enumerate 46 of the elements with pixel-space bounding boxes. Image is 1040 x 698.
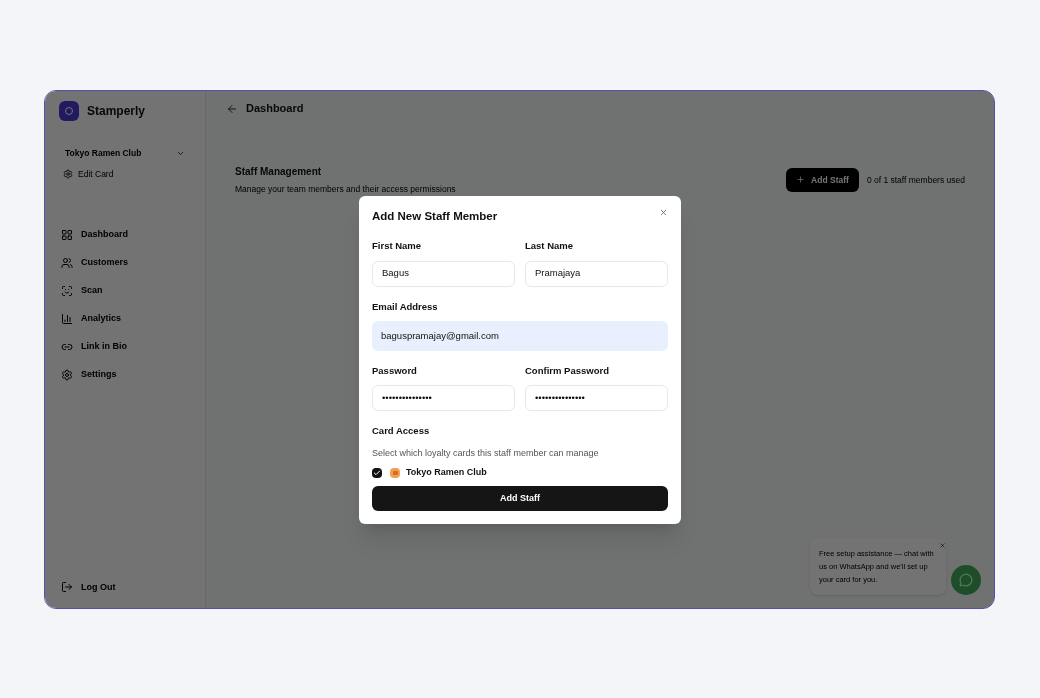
logo-icon	[59, 101, 79, 121]
field-label: Password	[372, 363, 418, 378]
checkbox[interactable]	[372, 467, 382, 478]
section-title: Staff Management	[235, 165, 323, 179]
add-staff-button[interactable]: Add Staff	[786, 167, 859, 192]
brand-name: Stamperly	[87, 103, 146, 120]
nav-item[interactable]: Link in Bio	[59, 338, 191, 355]
logout-link[interactable]: Log Out	[59, 580, 191, 594]
plus-icon	[796, 175, 806, 185]
nav-item[interactable]: Settings	[59, 366, 191, 383]
close-icon[interactable]	[659, 208, 668, 217]
nav-item[interactable]: Customers	[59, 254, 191, 271]
staff-usage: 0 of 1 staff members used	[866, 173, 965, 187]
card-menu-item[interactable]: Edit Card	[59, 167, 191, 181]
nav-item[interactable]: Scan	[59, 282, 191, 299]
submit-button[interactable]: Add Staff	[372, 486, 668, 512]
card-selector[interactable]: Tokyo Ramen Club	[59, 143, 191, 164]
nav-item[interactable]: Dashboard	[59, 226, 191, 243]
input-field[interactable]: •••••••••••••••	[372, 385, 515, 411]
settings-icon	[61, 368, 73, 381]
back-arrow-icon[interactable]	[226, 102, 238, 115]
card-icon	[390, 467, 400, 478]
field-label: Confirm Password	[525, 363, 610, 378]
input-field[interactable]: •••••••••••••••	[525, 385, 668, 411]
settings-icon	[63, 169, 73, 180]
input-field[interactable]: baguspramajay@gmail.com	[372, 320, 668, 351]
nav-item[interactable]: Analytics	[59, 310, 191, 327]
grid-icon	[61, 228, 73, 241]
page-title: Dashboard	[246, 101, 304, 117]
section-subtitle: Manage your team members and their access permissions	[235, 183, 456, 196]
chat-icon	[959, 573, 973, 587]
field-label: First Name	[372, 239, 423, 254]
field-label: Last Name	[525, 239, 575, 254]
field-label: Email Address	[372, 299, 439, 314]
card-name: Tokyo Ramen Club	[406, 465, 487, 479]
chat-button[interactable]	[951, 565, 981, 595]
input-field[interactable]: Bagus	[372, 260, 515, 287]
logout-icon	[61, 581, 73, 594]
chart-icon	[61, 312, 73, 325]
hint-text: Select which loyalty cards this staff member can manage	[372, 447, 600, 461]
input-field[interactable]: Pramajaya	[525, 260, 668, 287]
section-label: Card Access	[372, 424, 431, 438]
users-icon	[61, 256, 73, 269]
close-icon[interactable]	[939, 542, 946, 549]
dialog-title: Add New Staff Member	[372, 209, 498, 224]
scan-icon	[61, 284, 73, 297]
